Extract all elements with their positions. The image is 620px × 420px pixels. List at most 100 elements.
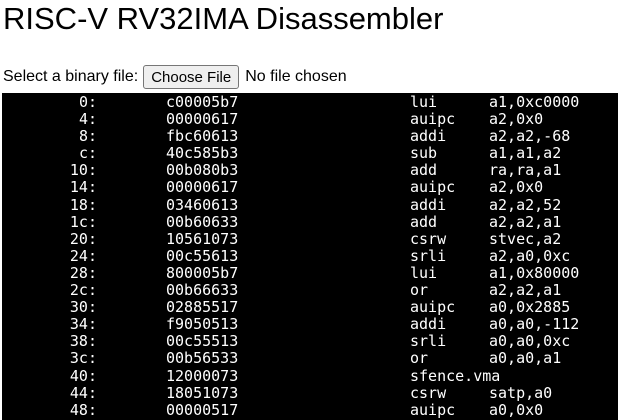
disassembly-row: 20: 10561073 csrw stvec,a2 <box>2 229 618 248</box>
address-cell: 30: <box>69 298 97 317</box>
operands-cell: a2,a2,52 <box>489 195 562 214</box>
disassembly-row: 0: c00005b7 lui a1,0xc0000 <box>2 93 618 111</box>
mnemonic-cell: addi <box>410 195 447 214</box>
disassembly-row: 24: 00c55613 srli a2,a0,0xc <box>2 246 618 265</box>
instruction-hex-cell: 00b66633 <box>166 281 239 300</box>
mnemonic-cell: srli <box>410 246 447 265</box>
mnemonic-cell: lui <box>410 93 438 111</box>
mnemonic-cell: or <box>410 349 429 368</box>
instruction-hex-cell: 00000517 <box>166 400 239 419</box>
mnemonic-cell: csrw <box>410 383 447 402</box>
operands-cell: a1,0x80000 <box>489 263 580 282</box>
mnemonic-cell: csrw <box>410 229 447 248</box>
mnemonic-cell: srli <box>410 332 447 351</box>
disassembly-row: 34: f9050513 addi a0,a0,-112 <box>2 316 618 333</box>
instruction-hex-cell: 00000617 <box>166 110 239 129</box>
mnemonic-cell: add <box>410 212 438 231</box>
disassembly-row: 30: 02885517 auipc a0,0x2885 <box>2 299 618 316</box>
operands-cell: a2,a2,a1 <box>489 212 562 231</box>
file-status-text: No file chosen <box>245 68 347 85</box>
instruction-hex-cell: 00000617 <box>166 178 239 197</box>
mnemonic-cell: auipc <box>410 178 456 197</box>
address-cell: 24: <box>69 246 97 265</box>
instruction-hex-cell: 00c55613 <box>166 246 239 265</box>
mnemonic-cell: or <box>410 281 429 300</box>
operands-cell: a2,0x0 <box>489 110 544 129</box>
address-cell: 28: <box>69 263 97 282</box>
address-cell: 10: <box>69 161 97 180</box>
instruction-hex-cell: 10561073 <box>166 229 239 248</box>
disassembly-row: 44: 18051073 csrw satp,a0 <box>2 383 618 402</box>
operands-cell: a2,0x0 <box>489 178 544 197</box>
operands-cell: stvec,a2 <box>489 229 562 248</box>
instruction-hex-cell: 02885517 <box>166 298 239 317</box>
address-cell: 4: <box>78 110 97 129</box>
file-input-row: Select a binary file: Choose File No fil… <box>3 64 347 90</box>
operands-cell: a0,0x2885 <box>489 298 571 317</box>
mnemonic-cell: auipc <box>410 110 456 129</box>
operands-cell: a0,a0,0xc <box>489 332 571 351</box>
disassembly-row: c: 40c585b3 sub a1,a1,a2 <box>2 145 618 162</box>
disassembly-row: 40: 12000073 sfence.vma <box>2 366 618 385</box>
mnemonic-cell: addi <box>410 127 447 146</box>
mnemonic-cell: sub <box>410 144 438 163</box>
operands-cell: a0,0x0 <box>489 400 544 419</box>
mnemonic-cell: addi <box>410 315 447 334</box>
operands-cell: ra,ra,a1 <box>489 161 562 180</box>
operands-cell: a0,a0,-112 <box>489 315 580 334</box>
instruction-hex-cell: 18051073 <box>166 383 239 402</box>
mnemonic-cell: sfence.vma <box>410 366 501 385</box>
mnemonic-cell: auipc <box>410 298 456 317</box>
operands-cell: satp,a0 <box>489 383 553 402</box>
disassembly-row: 2c: 00b66633 or a2,a2,a1 <box>2 281 618 300</box>
instruction-hex-cell: 12000073 <box>166 366 239 385</box>
instruction-hex-cell: 00b60633 <box>166 212 239 231</box>
instruction-hex-cell: 00b080b3 <box>166 161 239 180</box>
address-cell: 20: <box>69 229 97 248</box>
address-cell: 3c: <box>69 349 97 368</box>
address-cell: 44: <box>69 383 97 402</box>
address-cell: 0: <box>78 93 97 111</box>
mnemonic-cell: add <box>410 161 438 180</box>
instruction-hex-cell: 40c585b3 <box>166 144 239 163</box>
disassembly-row: 10: 00b080b3 add ra,ra,a1 <box>2 162 618 179</box>
page-title: RISC-V RV32IMA Disassembler <box>3 1 444 36</box>
disassembly-row: 48: 00000517 auipc a0,0x0 <box>2 400 618 419</box>
choose-file-button[interactable]: Choose File <box>143 65 240 89</box>
address-cell: 8: <box>78 127 97 146</box>
address-cell: 2c: <box>69 281 97 300</box>
operands-cell: a1,a1,a2 <box>489 144 562 163</box>
mnemonic-cell: auipc <box>410 400 456 419</box>
disassembly-row: 28: 800005b7 lui a1,0x80000 <box>2 263 618 282</box>
mnemonic-cell: lui <box>410 263 438 282</box>
instruction-hex-cell: 03460613 <box>166 195 239 214</box>
disassembly-row: 14: 00000617 auipc a2,0x0 <box>2 179 618 196</box>
address-cell: c: <box>78 144 97 163</box>
address-cell: 40: <box>69 366 97 385</box>
address-cell: 1c: <box>69 212 97 231</box>
instruction-hex-cell: f9050513 <box>166 315 239 334</box>
instruction-hex-cell: c00005b7 <box>166 93 239 111</box>
address-cell: 34: <box>69 315 97 334</box>
disassembly-output[interactable]: 0: c00005b7 lui a1,0xc0000 4: 00000617 auipc a2… <box>2 93 618 420</box>
operands-cell: a2,a2,-68 <box>489 127 571 146</box>
file-input-label: Select a binary file: <box>3 68 139 85</box>
operands-cell: a1,0xc0000 <box>489 93 580 111</box>
address-cell: 38: <box>69 332 97 351</box>
instruction-hex-cell: 00c55513 <box>166 332 239 351</box>
instruction-hex-cell: 800005b7 <box>166 263 239 282</box>
disassembly-row: 4: 00000617 auipc a2,0x0 <box>2 110 618 129</box>
instruction-hex-cell: 00b56533 <box>166 349 239 368</box>
disassembly-row: 38: 00c55513 srli a0,a0,0xc <box>2 333 618 350</box>
address-cell: 14: <box>69 178 97 197</box>
operands-cell: a2,a0,0xc <box>489 246 571 265</box>
disassembly-row: 1c: 00b60633 add a2,a2,a1 <box>2 212 618 231</box>
operands-cell: a0,a0,a1 <box>489 349 562 368</box>
disassembly-row: 3c: 00b56533 or a0,a0,a1 <box>2 350 618 367</box>
disassembly-row: 18: 03460613 addi a2,a2,52 <box>2 195 618 214</box>
operands-cell: a2,a2,a1 <box>489 281 562 300</box>
address-cell: 48: <box>69 400 97 419</box>
instruction-hex-cell: fbc60613 <box>166 127 239 146</box>
address-cell: 18: <box>69 195 97 214</box>
disassembly-row: 8: fbc60613 addi a2,a2,-68 <box>2 128 618 145</box>
